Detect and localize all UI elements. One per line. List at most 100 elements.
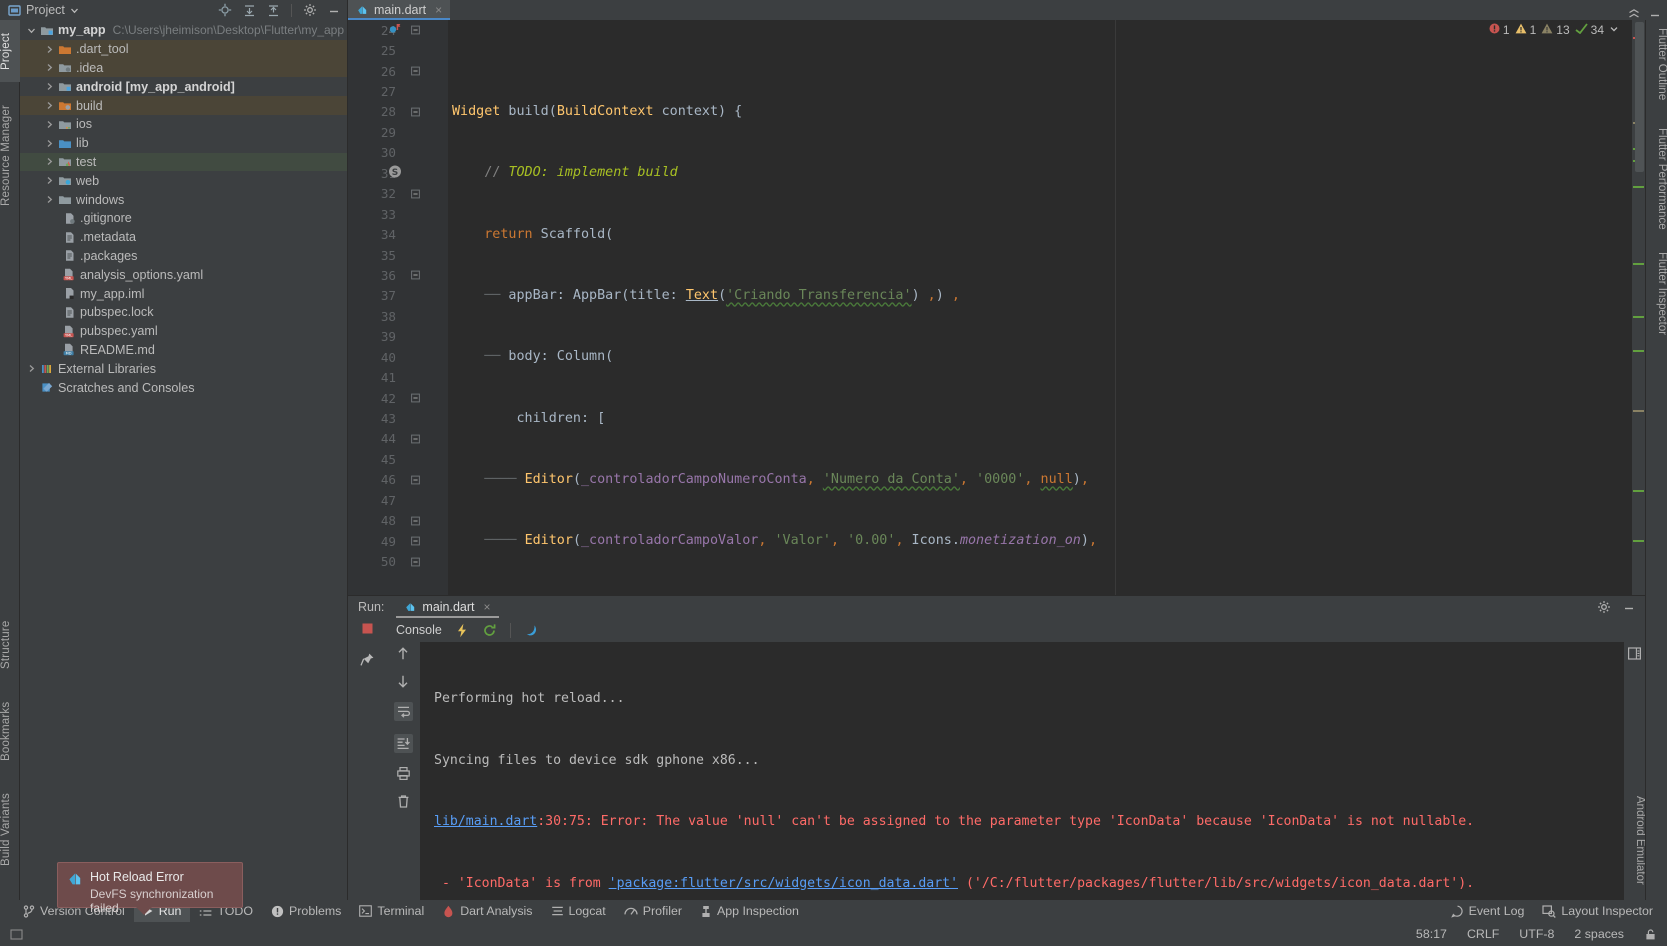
hot-restart-icon[interactable] bbox=[482, 623, 497, 638]
gutter-line[interactable]: 41 bbox=[358, 367, 448, 387]
sidebar-item-project[interactable]: Project bbox=[0, 20, 20, 82]
fold-toggle-icon[interactable] bbox=[411, 391, 420, 406]
tw-problems[interactable]: Problems bbox=[262, 900, 350, 922]
gutter-line[interactable]: 33 bbox=[358, 204, 448, 224]
tree-row-external-libraries[interactable]: External Libraries bbox=[20, 359, 347, 378]
sidebar-item-flutter-outline[interactable]: Flutter Outline bbox=[1646, 24, 1667, 104]
fold-toggle-icon[interactable] bbox=[411, 23, 420, 38]
tw-profiler[interactable]: Profiler bbox=[615, 900, 691, 922]
soft-wrap-icon[interactable] bbox=[393, 702, 413, 721]
gutter-line[interactable]: 44 bbox=[358, 429, 448, 449]
editor-error-stripe[interactable] bbox=[1632, 20, 1645, 595]
lock-icon[interactable] bbox=[1644, 928, 1657, 941]
gutter-line[interactable]: 30 bbox=[358, 143, 448, 163]
fold-toggle-icon[interactable] bbox=[411, 554, 420, 569]
chevron-down-icon[interactable] bbox=[70, 6, 79, 15]
sidebar-item-build-variants[interactable]: Build Variants bbox=[0, 780, 20, 880]
tw-app-inspection[interactable]: App Inspection bbox=[691, 900, 808, 922]
gutter-line[interactable]: 49 bbox=[358, 531, 448, 551]
indent-setting[interactable]: 2 spaces bbox=[1574, 927, 1624, 941]
chevron-right-icon[interactable] bbox=[42, 176, 56, 185]
gutter-line[interactable]: 48 bbox=[358, 511, 448, 531]
error-count[interactable]: 1 bbox=[1489, 23, 1510, 37]
tree-row[interactable]: YML pubspec.yaml bbox=[20, 322, 347, 341]
pin-icon[interactable] bbox=[359, 652, 375, 667]
chevron-right-icon[interactable] bbox=[42, 139, 56, 148]
editor-gutter[interactable]: 24 25 26 27 28 29 30 31 S 32 33 34 35 36 37 38 39 40 41 42 4… bbox=[358, 20, 448, 595]
gutter-line[interactable]: 37 bbox=[358, 286, 448, 306]
gutter-line[interactable]: 32 bbox=[358, 184, 448, 204]
tree-row[interactable]: test bbox=[20, 152, 347, 172]
sidebar-item-bookmarks[interactable]: Bookmarks bbox=[0, 692, 20, 770]
gutter-line[interactable]: 34 bbox=[358, 224, 448, 244]
gutter-line[interactable]: 27 bbox=[358, 81, 448, 101]
trash-icon[interactable] bbox=[396, 794, 411, 809]
chevron-right-icon[interactable] bbox=[42, 82, 56, 91]
memory-indicator-icon[interactable] bbox=[10, 928, 23, 941]
chevron-right-icon[interactable] bbox=[42, 195, 56, 204]
sidebar-item-android-emulator[interactable]: Android Emulator bbox=[1624, 792, 1646, 889]
minimize-icon[interactable] bbox=[1623, 601, 1635, 613]
fold-toggle-icon[interactable] bbox=[411, 104, 420, 119]
close-icon[interactable]: × bbox=[435, 4, 442, 16]
tw-terminal[interactable]: Terminal bbox=[350, 900, 433, 922]
gutter-line[interactable]: 45 bbox=[358, 449, 448, 469]
tree-row[interactable]: lib bbox=[20, 134, 347, 153]
notification-balloon[interactable]: Hot Reload Error DevFS synchronization f… bbox=[57, 862, 243, 915]
tree-row[interactable]: .packages bbox=[20, 247, 347, 266]
tree-row[interactable]: YML analysis_options.yaml bbox=[20, 265, 347, 284]
line-separator[interactable]: CRLF bbox=[1467, 927, 1499, 941]
gutter-line[interactable]: 50 bbox=[358, 551, 448, 571]
tree-row[interactable]: windows bbox=[20, 190, 347, 209]
weak-warning-count[interactable]: 13 bbox=[1541, 23, 1570, 37]
gutter-line[interactable]: 38 bbox=[358, 306, 448, 326]
chevron-right-icon[interactable] bbox=[42, 157, 56, 166]
gutter-line[interactable]: 43 bbox=[358, 408, 448, 428]
gutter-line[interactable]: 35 bbox=[358, 245, 448, 265]
file-encoding[interactable]: UTF-8 bbox=[1519, 927, 1554, 941]
hot-reload-icon[interactable] bbox=[455, 623, 469, 638]
typo-count[interactable]: 34 bbox=[1575, 23, 1604, 37]
run-tab-main-dart[interactable]: main.dart × bbox=[396, 596, 499, 618]
down-arrow-icon[interactable] bbox=[396, 674, 410, 689]
gutter-line[interactable]: 26 bbox=[358, 61, 448, 81]
caret-position[interactable]: 58:17 bbox=[1416, 927, 1447, 941]
override-icon[interactable] bbox=[388, 22, 401, 38]
dollar-gutter-icon[interactable]: S bbox=[388, 165, 402, 182]
sidebar-item-structure[interactable]: Structure bbox=[0, 610, 20, 680]
gutter-line[interactable]: 36 bbox=[358, 265, 448, 285]
tree-row[interactable]: .metadata bbox=[20, 228, 347, 247]
gutter-line[interactable]: 24 bbox=[358, 20, 448, 40]
sidebar-item-flutter-performance[interactable]: Flutter Performance bbox=[1646, 124, 1667, 234]
tree-row[interactable]: .gitignore bbox=[20, 209, 347, 228]
chevron-right-icon[interactable] bbox=[24, 364, 38, 373]
gutter-line[interactable]: 29 bbox=[358, 122, 448, 142]
package-link[interactable]: 'package:flutter/src/widgets/icon_data.d… bbox=[609, 876, 958, 891]
warning-count[interactable]: 1 bbox=[1515, 23, 1536, 37]
editor-tab-main-dart[interactable]: main.dart × bbox=[348, 0, 451, 20]
gutter-line[interactable]: 28 bbox=[358, 102, 448, 122]
expand-all-icon[interactable] bbox=[243, 4, 256, 17]
error-file-link[interactable]: lib/main.dart bbox=[434, 814, 537, 829]
chevron-right-icon[interactable] bbox=[42, 120, 56, 129]
tree-row-root[interactable]: my_app C:\Users\jheimison\Desktop\Flutte… bbox=[20, 21, 347, 40]
fold-toggle-icon[interactable] bbox=[411, 186, 420, 201]
fold-toggle-icon[interactable] bbox=[411, 64, 420, 79]
gutter-line[interactable]: 46 bbox=[358, 470, 448, 490]
fold-toggle-icon[interactable] bbox=[411, 534, 420, 549]
sidebar-item-resource-manager[interactable]: Resource Manager bbox=[0, 90, 20, 220]
gutter-line[interactable]: 25 bbox=[358, 40, 448, 60]
tree-row[interactable]: android [my_app_android] bbox=[20, 77, 347, 96]
inspection-widget[interactable]: 1 1 13 34 bbox=[1489, 23, 1619, 37]
gutter-line[interactable]: 39 bbox=[358, 327, 448, 347]
fold-toggle-icon[interactable] bbox=[411, 431, 420, 446]
chevron-right-icon[interactable] bbox=[42, 101, 56, 110]
tree-row[interactable]: ios bbox=[20, 115, 347, 134]
tw-logcat[interactable]: Logcat bbox=[542, 900, 615, 922]
tree-row[interactable]: MD README.md bbox=[20, 341, 347, 360]
close-icon[interactable]: × bbox=[484, 601, 491, 613]
fold-toggle-icon[interactable] bbox=[411, 268, 420, 283]
gutter-line[interactable]: 40 bbox=[358, 347, 448, 367]
vertical-scrollbar[interactable] bbox=[1635, 22, 1644, 172]
gear-icon[interactable] bbox=[1597, 600, 1611, 614]
